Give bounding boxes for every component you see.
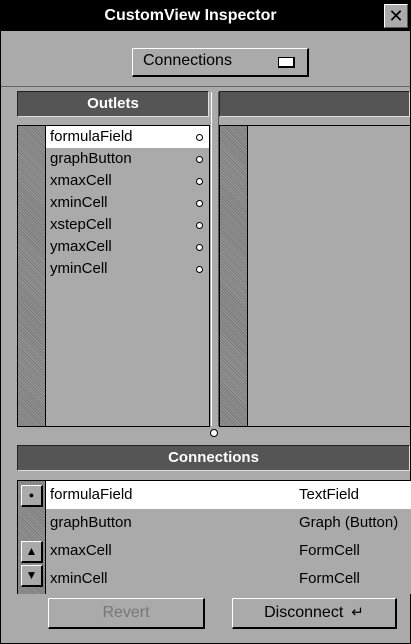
outlet-dot-icon — [196, 134, 203, 141]
outlet-dot-icon — [196, 266, 203, 273]
outlet-item[interactable]: formulaField — [46, 126, 209, 148]
connection-target: FormCell — [299, 542, 360, 559]
popup-icon — [278, 57, 295, 68]
outlet-dot-icon — [196, 222, 203, 229]
close-icon[interactable]: ✕ — [384, 4, 408, 28]
splitview-handle[interactable] — [210, 429, 218, 437]
connection-row[interactable]: graphButton Graph (Button) — [46, 509, 411, 537]
outlet-item[interactable]: graphButton — [46, 148, 209, 170]
revert-button[interactable]: Revert — [48, 598, 205, 629]
targets-browser — [219, 125, 411, 427]
disconnect-label: Disconnect — [264, 604, 344, 621]
targets-header — [219, 91, 410, 117]
outlets-scroller[interactable] — [18, 126, 46, 426]
connections-table: ● ▲ ▼ formulaField TextField graphButton Gr… — [17, 480, 411, 594]
outlet-label: yminCell — [50, 260, 108, 277]
targets-scroller[interactable] — [220, 126, 248, 426]
connection-outlet: xminCell — [50, 570, 108, 587]
return-key-icon: ↵ — [351, 604, 364, 621]
connection-target: FormCell — [299, 570, 360, 587]
outlets-browser: formulaField graphButton xmaxCell xminCell x… — [17, 125, 210, 427]
connection-target: TextField — [299, 486, 360, 503]
outlet-label: xmaxCell — [50, 172, 112, 189]
connections-scroller[interactable]: ● ▲ ▼ — [18, 481, 46, 594]
outlet-label: xminCell — [50, 194, 108, 211]
outlet-label: formulaField — [50, 128, 133, 145]
title-bar[interactable]: CustomView Inspector ✕ — [1, 1, 410, 31]
outlets-list: formulaField graphButton xmaxCell xminCell x… — [46, 126, 209, 426]
connections-header: Connections — [17, 445, 410, 471]
outlet-item[interactable]: xminCell — [46, 192, 209, 214]
outlet-item[interactable]: yminCell — [46, 258, 209, 280]
connection-row[interactable]: xmaxCell FormCell — [46, 537, 411, 565]
popup-label: Connections — [143, 52, 232, 69]
outlet-dot-icon — [196, 178, 203, 185]
outlet-label: xstepCell — [50, 216, 112, 233]
outlet-item[interactable]: xmaxCell — [46, 170, 209, 192]
connection-row[interactable]: xminCell FormCell — [46, 565, 411, 593]
connection-outlet: xmaxCell — [50, 542, 112, 559]
divider — [1, 86, 410, 87]
outlets-header: Outlets — [17, 91, 209, 117]
column-divider — [211, 92, 219, 426]
connected-dot-icon[interactable]: ● — [21, 485, 43, 507]
outlet-dot-icon — [196, 156, 203, 163]
inspector-mode-popup[interactable]: Connections — [132, 48, 309, 77]
outlet-dot-icon — [196, 200, 203, 207]
window-title: CustomView Inspector — [104, 7, 277, 24]
outlet-label: ymaxCell — [50, 238, 112, 255]
connection-row[interactable]: formulaField TextField — [46, 481, 411, 509]
scroll-up-icon[interactable]: ▲ — [21, 541, 43, 563]
scroll-down-icon[interactable]: ▼ — [21, 565, 43, 587]
connection-outlet: formulaField — [50, 486, 133, 503]
outlet-item[interactable]: xstepCell — [46, 214, 209, 236]
outlet-label: graphButton — [50, 150, 132, 167]
connection-outlet: graphButton — [50, 514, 132, 531]
outlet-item[interactable]: ymaxCell — [46, 236, 209, 258]
inspector-window: CustomView Inspector ✕ Connections Outle… — [0, 0, 411, 644]
outlet-dot-icon — [196, 244, 203, 251]
disconnect-button[interactable]: Disconnect ↵ — [232, 598, 397, 629]
connection-target: Graph (Button) — [299, 514, 399, 531]
